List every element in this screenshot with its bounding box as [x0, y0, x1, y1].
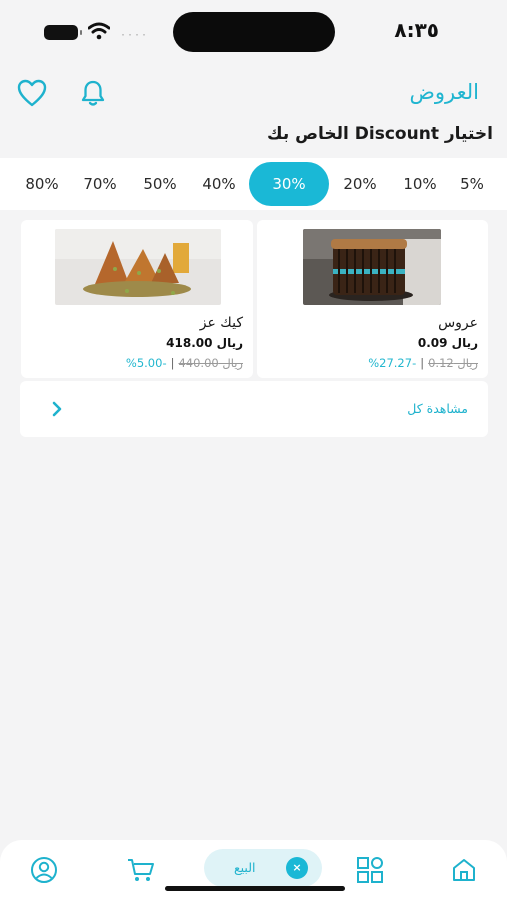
chevron-right-icon — [52, 401, 62, 417]
signal-icon: ···· — [120, 30, 149, 41]
product-discount-row: ريال 440.00|-5.00% — [126, 356, 243, 370]
home-icon — [453, 859, 475, 881]
wifi-icon — [88, 22, 110, 40]
discount-chip-80[interactable]: 80% — [6, 162, 78, 206]
heart-icon — [17, 79, 47, 107]
product-card[interactable]: عروس ريال 0.09 ريال 0.12|-27.27% — [257, 220, 488, 378]
view-all-label: مشاهدة كل — [407, 401, 468, 416]
product-image — [303, 229, 441, 305]
product-card[interactable]: كيك عز ريال 418.00 ريال 440.00|-5.00% — [21, 220, 253, 378]
bell-icon — [81, 80, 105, 106]
product-discount-row: ريال 0.12|-27.27% — [368, 356, 478, 370]
price-divider: | — [170, 356, 175, 370]
price-divider: | — [420, 356, 425, 370]
product-price: ريال 0.09 — [417, 336, 478, 350]
page-title: العروض — [409, 80, 479, 104]
nav-profile[interactable] — [30, 856, 58, 884]
discount-filter-bar: 5% 10% 20% 30% 40% 50% 70% 80% — [0, 158, 507, 210]
header: العروض — [0, 70, 507, 116]
product-name: كيك عز — [199, 315, 243, 331]
section-title: اختيار Discount الخاص بك — [267, 124, 493, 144]
discount-chip-20[interactable]: 20% — [324, 162, 396, 206]
user-icon — [31, 857, 57, 883]
dynamic-island — [173, 12, 335, 52]
bottom-navigation: البيع × — [0, 840, 507, 900]
product-name: عروس — [438, 315, 478, 331]
battery-icon — [44, 25, 82, 40]
product-price: ريال 418.00 — [166, 336, 243, 350]
product-discount-percent: -27.27% — [368, 356, 417, 370]
discount-chip-30[interactable]: 30% — [249, 162, 329, 206]
product-old-price: ريال 0.12 — [428, 356, 478, 370]
nav-home[interactable] — [450, 856, 478, 884]
nav-cart[interactable] — [126, 856, 154, 884]
product-discount-percent: -5.00% — [125, 356, 167, 370]
status-time: ٨:٣٥ — [394, 18, 439, 42]
product-image — [55, 229, 221, 305]
cart-icon — [128, 859, 154, 881]
sell-label: البيع — [234, 860, 256, 875]
notifications-button[interactable] — [78, 78, 108, 108]
view-all-button[interactable]: مشاهدة كل — [20, 381, 488, 437]
status-bar: ···· ٨:٣٥ — [0, 0, 507, 62]
home-indicator — [165, 886, 345, 891]
nav-categories[interactable] — [356, 856, 384, 884]
close-icon: × — [286, 857, 308, 879]
favorites-button[interactable] — [16, 78, 48, 108]
grid-icon — [357, 857, 383, 883]
product-old-price: ريال 440.00 — [178, 356, 243, 370]
sell-button[interactable]: البيع × — [204, 849, 322, 887]
